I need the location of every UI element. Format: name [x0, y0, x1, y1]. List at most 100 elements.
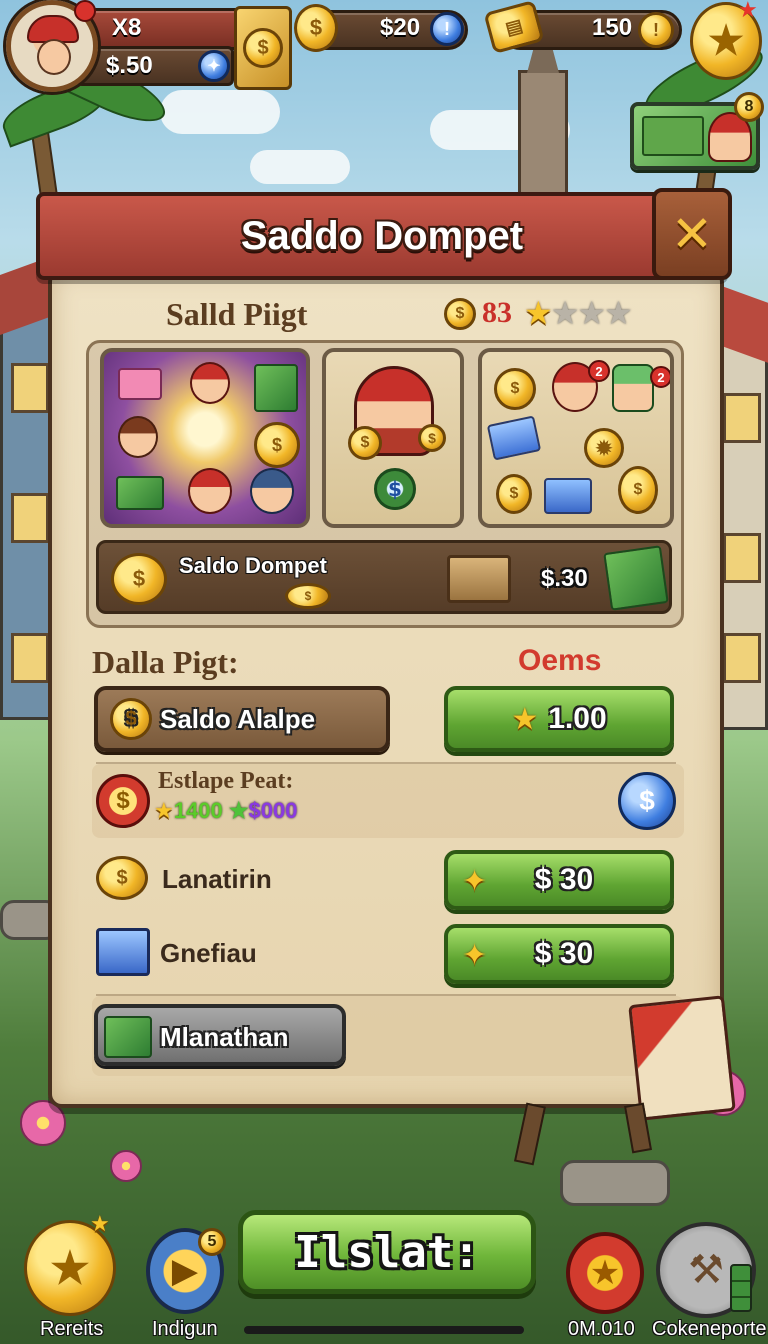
- add-coins-button[interactable]: !: [430, 12, 464, 46]
- reward-tile-bundle[interactable]: $: [100, 348, 310, 528]
- dialog-title-banner: Saddo Dompet: [36, 192, 728, 280]
- star-icon: ★: [589, 1253, 621, 1293]
- wallet-option-label: Saldo Alalpe: [160, 704, 316, 734]
- play-button-label: Ilslat:: [294, 1226, 480, 1278]
- add-gold-button[interactable]: !: [638, 12, 674, 48]
- buy-lanatirin-label: $ 30: [534, 863, 594, 896]
- count-badge: 2: [650, 366, 670, 388]
- close-icon: ✕: [671, 205, 713, 263]
- buy-button[interactable]: ★ 1.00: [444, 686, 674, 752]
- wallet-badge-count: 8: [734, 92, 764, 122]
- mlanathan-button[interactable]: Mlanathan: [94, 1004, 346, 1066]
- character-face-icon: [188, 468, 232, 514]
- workshop-stack-icon: [730, 1264, 752, 1312]
- lives-bar: [76, 8, 246, 50]
- star-icon: ★: [154, 799, 174, 824]
- gold-coin-icon: $: [418, 424, 446, 452]
- dollar-token-icon: $: [374, 468, 416, 510]
- section-mid-label: Dalla Pigt:: [92, 644, 239, 680]
- cash-stack-icon: [116, 476, 164, 510]
- star-empty-icon: ★: [550, 294, 580, 332]
- count-badge: 2: [588, 360, 610, 382]
- blue-brick-icon: [544, 478, 592, 514]
- play-button[interactable]: Ilslat:: [238, 1210, 536, 1294]
- cash-amount: $.50: [106, 52, 153, 79]
- coin-pile-icon: $: [111, 553, 167, 605]
- blue-card-icon: [486, 415, 542, 461]
- badge-star-icon: ★: [738, 0, 758, 23]
- video-label: Indigun: [152, 1318, 218, 1340]
- star-empty-icon: ★: [604, 294, 633, 332]
- bonus-row-label: Estlape Peat:: [158, 768, 294, 794]
- treasure-crate-icon: [447, 555, 511, 603]
- home-indicator[interactable]: [244, 1326, 524, 1334]
- item-label-gnefiau: Gnefiau: [160, 938, 257, 968]
- gold-coin-icon: $: [294, 4, 338, 52]
- rewards-label: Rereits: [40, 1318, 104, 1340]
- section-top-label: Salld Piigt: [166, 296, 308, 332]
- section-mid-right-label: Oems: [518, 644, 602, 677]
- score-coin-icon: $: [444, 298, 476, 330]
- cash-stack-icon: [603, 545, 669, 611]
- dialog-title: Saddo Dompet: [240, 213, 524, 258]
- blue-brick-icon: [96, 928, 150, 976]
- sparkle-icon: ✦: [462, 938, 488, 973]
- coin-stack-icon: $: [494, 368, 536, 410]
- blue-gem-icon[interactable]: ✦: [198, 50, 230, 82]
- badge-star-icon: ★: [90, 1212, 110, 1237]
- cash-note-icon: [104, 1016, 152, 1058]
- star-icon: ★: [511, 701, 539, 737]
- wallet-card-icon[interactable]: $: [234, 6, 292, 90]
- gold-count: 150: [592, 14, 633, 41]
- buy-gnefiau-label: $ 30: [534, 937, 594, 970]
- events-button[interactable]: ★: [566, 1232, 644, 1314]
- events-label: 0M.010: [568, 1318, 635, 1340]
- reward-tile-coins[interactable]: $ 2 2 ✹ $ $: [478, 348, 674, 528]
- gold-coin-icon: $: [110, 698, 152, 740]
- tools-icon: ⚒: [688, 1247, 724, 1293]
- video-badge: 5: [198, 1228, 226, 1256]
- reward-tile-character[interactable]: $ $ $: [322, 348, 464, 528]
- wallet-balance-amount: $.30: [541, 565, 588, 592]
- bonus-value-a: 1400: [173, 798, 223, 823]
- character-face-icon: [118, 416, 158, 458]
- bonus-values: ★1400 ★$000: [154, 798, 298, 824]
- bonus-value-b: $000: [248, 798, 298, 823]
- character-face-icon: [190, 362, 230, 404]
- star-empty-icon: ★: [577, 294, 606, 332]
- gold-coin-icon: $: [348, 426, 382, 460]
- bonus-coin-icon: $: [96, 774, 150, 828]
- notification-dot: [74, 0, 96, 22]
- stepping-stone: [560, 1160, 670, 1206]
- tower: [518, 13, 568, 200]
- close-button[interactable]: ✕: [652, 188, 732, 280]
- star-filled-icon: ★: [524, 294, 553, 332]
- wallet-option-plate[interactable]: $ Saldo Alalpe: [94, 686, 390, 752]
- cloud: [250, 150, 350, 184]
- coin-count: $20: [380, 14, 421, 41]
- lives-count: X8: [112, 14, 142, 41]
- count-badge-text: 2: [595, 363, 603, 379]
- gold-coin-icon: $: [496, 474, 532, 514]
- coin-stack-icon: $: [618, 466, 658, 514]
- workshop-label: Cokeneporte: [652, 1318, 767, 1340]
- flower: [110, 1150, 142, 1182]
- sparkle-icon: ✦: [462, 864, 488, 899]
- rating-stars: ★★★★: [524, 294, 633, 332]
- cash-stack-icon: [254, 364, 298, 412]
- mlanathan-label: Mlanathan: [160, 1022, 289, 1052]
- play-icon: ▶: [171, 1251, 199, 1291]
- cash-note-icon: [642, 116, 704, 156]
- buy-gnefiau-button[interactable]: ✦ $ 30: [444, 924, 674, 984]
- pink-brick-icon: [118, 368, 162, 400]
- buy-button-label: 1.00: [548, 702, 607, 735]
- dollar-gem-button[interactable]: $: [618, 772, 676, 830]
- buy-lanatirin-button[interactable]: ✦ $ 30: [444, 850, 674, 910]
- page-curl-corner: [628, 995, 736, 1121]
- wallet-balance-row: $ Saldo Dompet $ $.30: [96, 540, 672, 614]
- coin-stack-icon: $: [96, 856, 148, 900]
- score-value: 83: [482, 296, 512, 329]
- cloud: [160, 90, 280, 134]
- character-face-icon: [612, 364, 654, 412]
- character-face-icon: [250, 468, 294, 514]
